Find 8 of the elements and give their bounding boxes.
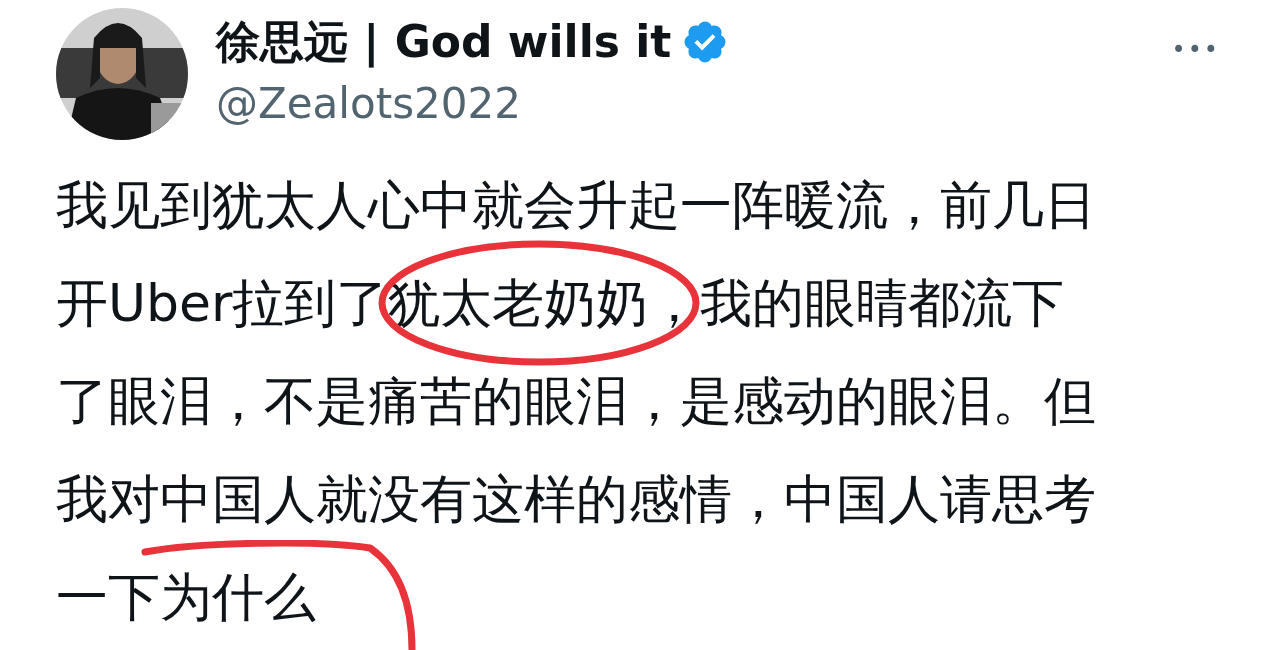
- author-name: 徐思远 | God wills it: [216, 15, 672, 70]
- tweet-text-line: 我见到犹太人心中就会升起一阵暖流，前几日: [56, 174, 1096, 236]
- tweet-text-line: 我对中国人就没有这样的感情，中国人请思考: [56, 468, 1096, 530]
- more-button[interactable]: •••: [1171, 38, 1220, 62]
- tweet-text-line: 一下为什么: [56, 566, 316, 628]
- tweet-text-line: 了眼泪，不是痛苦的眼泪，是感动的眼泪。但: [56, 370, 1096, 432]
- tweet-text-line: 开Uber拉到了犹太老奶奶，我的眼睛都流下: [56, 272, 1065, 334]
- author-handle: @Zealots2022: [216, 78, 522, 130]
